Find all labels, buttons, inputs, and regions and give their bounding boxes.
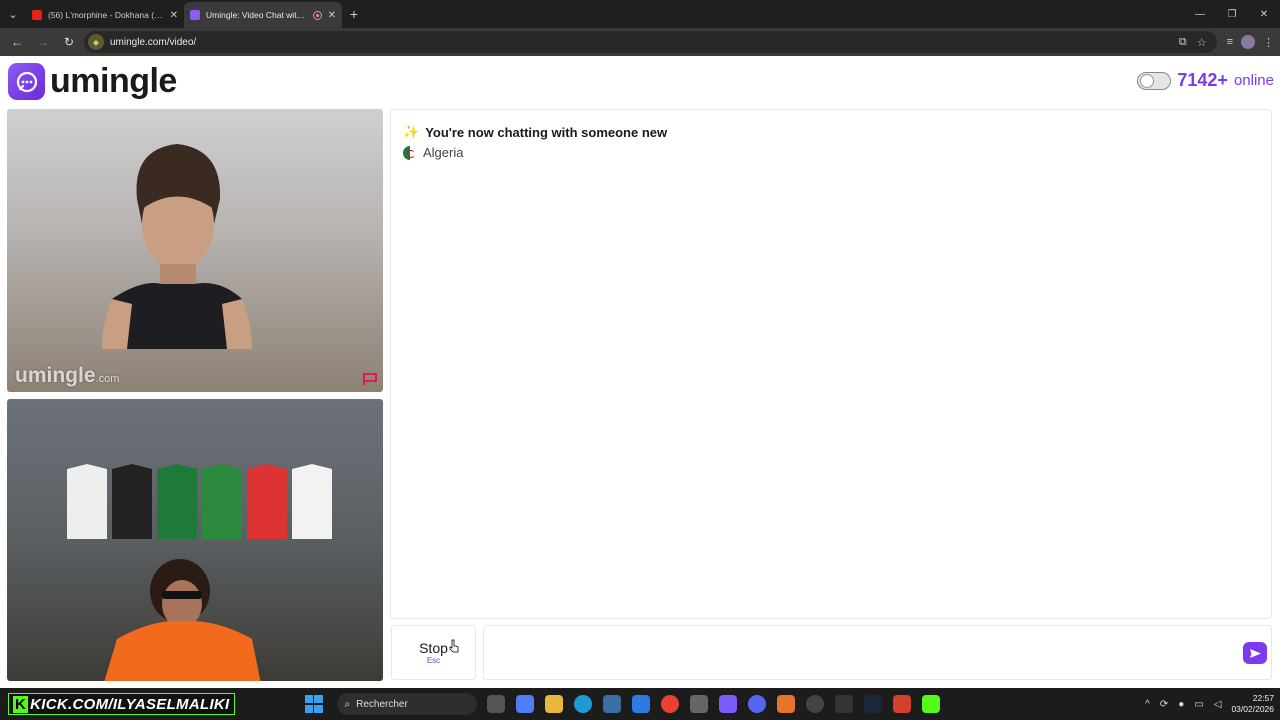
app-n-icon[interactable] (834, 695, 853, 713)
browser-toolbar: ← → ↻ ◈ umingle.com/video/ ⧉ ☆ ≡ ⋮ (0, 28, 1280, 56)
translate-icon[interactable]: ⧉ (1179, 36, 1187, 49)
file-explorer-icon[interactable] (544, 695, 563, 713)
theme-toggle[interactable] (1137, 71, 1172, 90)
app-notification-icon[interactable] (892, 695, 911, 713)
site-logo[interactable]: umingle (8, 62, 177, 101)
chat-panel: ✨ You're now chatting with someone new A… (390, 109, 1272, 619)
local-person-image (104, 559, 261, 681)
edge-icon[interactable] (573, 695, 592, 713)
back-icon[interactable]: ← (6, 31, 28, 53)
online-count: 7142+ (1177, 70, 1228, 90)
umingle-favicon-icon (190, 10, 200, 20)
window-controls: — ❐ ✕ (1184, 9, 1280, 20)
status-message: ✨ You're now chatting with someone new (403, 124, 1259, 140)
browser-menu-icon[interactable]: ⋮ (1263, 36, 1274, 49)
message-input[interactable] (483, 625, 1272, 680)
kick-k-logo: K (13, 695, 29, 713)
system-tray: ^ ⟳ ● ▭ ◁ 22:57 03/02/2026 (1145, 693, 1280, 715)
mail-icon[interactable] (689, 695, 708, 713)
site-info-icon[interactable]: ◈ (88, 34, 104, 50)
copilot-icon[interactable] (515, 695, 534, 713)
gamepad-icon[interactable] (718, 695, 737, 713)
kick-app-icon[interactable] (921, 695, 940, 713)
settings-icon[interactable] (805, 695, 824, 713)
tab-title: (56) L'morphine - Dokhana (Offi (48, 10, 164, 20)
country-line: Algeria (403, 145, 1259, 160)
url-text: umingle.com/video/ (110, 36, 197, 48)
send-button[interactable] (1243, 642, 1267, 664)
recording-icon (312, 10, 322, 20)
page: umingle 7142+ online umingle.com ✨ You'r… (0, 56, 1280, 688)
discord-icon[interactable] (747, 695, 766, 713)
remote-video: umingle.com (7, 109, 383, 392)
minimize-icon[interactable]: — (1184, 9, 1216, 20)
media-control-icon[interactable]: ≡ (1227, 36, 1233, 48)
logo-text: umingle (50, 62, 177, 100)
jerseys-image (67, 464, 332, 539)
kick-overlay-banner: K KICK.COM/ILYASELMALIKI (8, 693, 235, 715)
bookmark-star-icon[interactable]: ☆ (1197, 36, 1207, 49)
status-text: You're now chatting with someone new (425, 124, 668, 140)
clock-date: 03/02/2026 (1231, 704, 1274, 714)
online-indicator: 7142+ online (1137, 70, 1274, 91)
umingle-watermark: umingle.com (15, 364, 120, 387)
send-icon (1249, 648, 1261, 658)
reload-icon[interactable]: ↻ (58, 31, 80, 53)
outlook-icon[interactable] (631, 695, 650, 713)
tab-title: Umingle: Video Chat with St (206, 10, 307, 20)
new-tab-button[interactable]: + (342, 6, 366, 22)
taskbar-search[interactable]: ⌕ Rechercher (336, 693, 477, 715)
profile-avatar[interactable] (1241, 35, 1255, 49)
store-icon[interactable] (602, 695, 621, 713)
stop-label: Stop (419, 640, 448, 656)
volume-icon[interactable]: ◁ (1214, 699, 1222, 710)
app-a-icon[interactable] (776, 695, 795, 713)
kick-url: KICK.COM/ILYASELMALIKI (30, 695, 230, 713)
os-taskbar: K KICK.COM/ILYASELMALIKI ⌕ Rechercher ^ … (0, 688, 1280, 720)
restore-icon[interactable]: ❐ (1216, 9, 1248, 20)
sparkle-icon: ✨ (403, 124, 420, 139)
chat-bubble-icon (8, 63, 45, 100)
windows-start-icon[interactable] (304, 695, 323, 713)
country-name: Algeria (423, 145, 464, 160)
forward-icon[interactable]: → (32, 31, 54, 53)
chrome-icon[interactable] (660, 695, 679, 713)
mouse-pointer-icon (449, 639, 459, 653)
stop-button[interactable]: Stop Esc (391, 625, 476, 680)
taskbar-search-label: Rechercher (356, 698, 408, 710)
algeria-flag-icon (403, 145, 417, 160)
task-view-icon[interactable] (486, 695, 505, 713)
remote-person-image (102, 144, 252, 349)
network-icon[interactable]: ⟳ (1160, 699, 1168, 710)
tab-youtube[interactable]: (56) L'morphine - Dokhana (Offi ✕ (26, 2, 184, 28)
chevron-up-icon[interactable]: ^ (1145, 699, 1150, 710)
search-icon: ⌕ (344, 698, 351, 710)
youtube-icon (32, 10, 42, 20)
stop-shortcut: Esc (426, 656, 441, 665)
microphone-icon[interactable]: ● (1178, 699, 1184, 710)
browser-tabstrip: ⌄ (56) L'morphine - Dokhana (Offi ✕ Umin… (0, 0, 1280, 28)
report-flag-icon[interactable] (362, 372, 378, 386)
tab-search-icon[interactable]: ⌄ (0, 0, 26, 28)
online-label: online (1233, 72, 1274, 89)
taskbar-apps (486, 695, 940, 713)
close-tab-icon[interactable]: ✕ (170, 10, 178, 21)
tab-umingle[interactable]: Umingle: Video Chat with St ✕ (184, 2, 342, 28)
steam-icon[interactable] (863, 695, 882, 713)
clock[interactable]: 22:57 03/02/2026 (1231, 693, 1274, 715)
address-bar[interactable]: ◈ umingle.com/video/ ⧉ ☆ (84, 31, 1217, 53)
display-icon[interactable]: ▭ (1194, 699, 1203, 710)
close-window-icon[interactable]: ✕ (1248, 9, 1280, 20)
clock-time: 22:57 (1252, 693, 1274, 703)
local-video (7, 399, 383, 681)
close-tab-icon[interactable]: ✕ (328, 10, 336, 21)
